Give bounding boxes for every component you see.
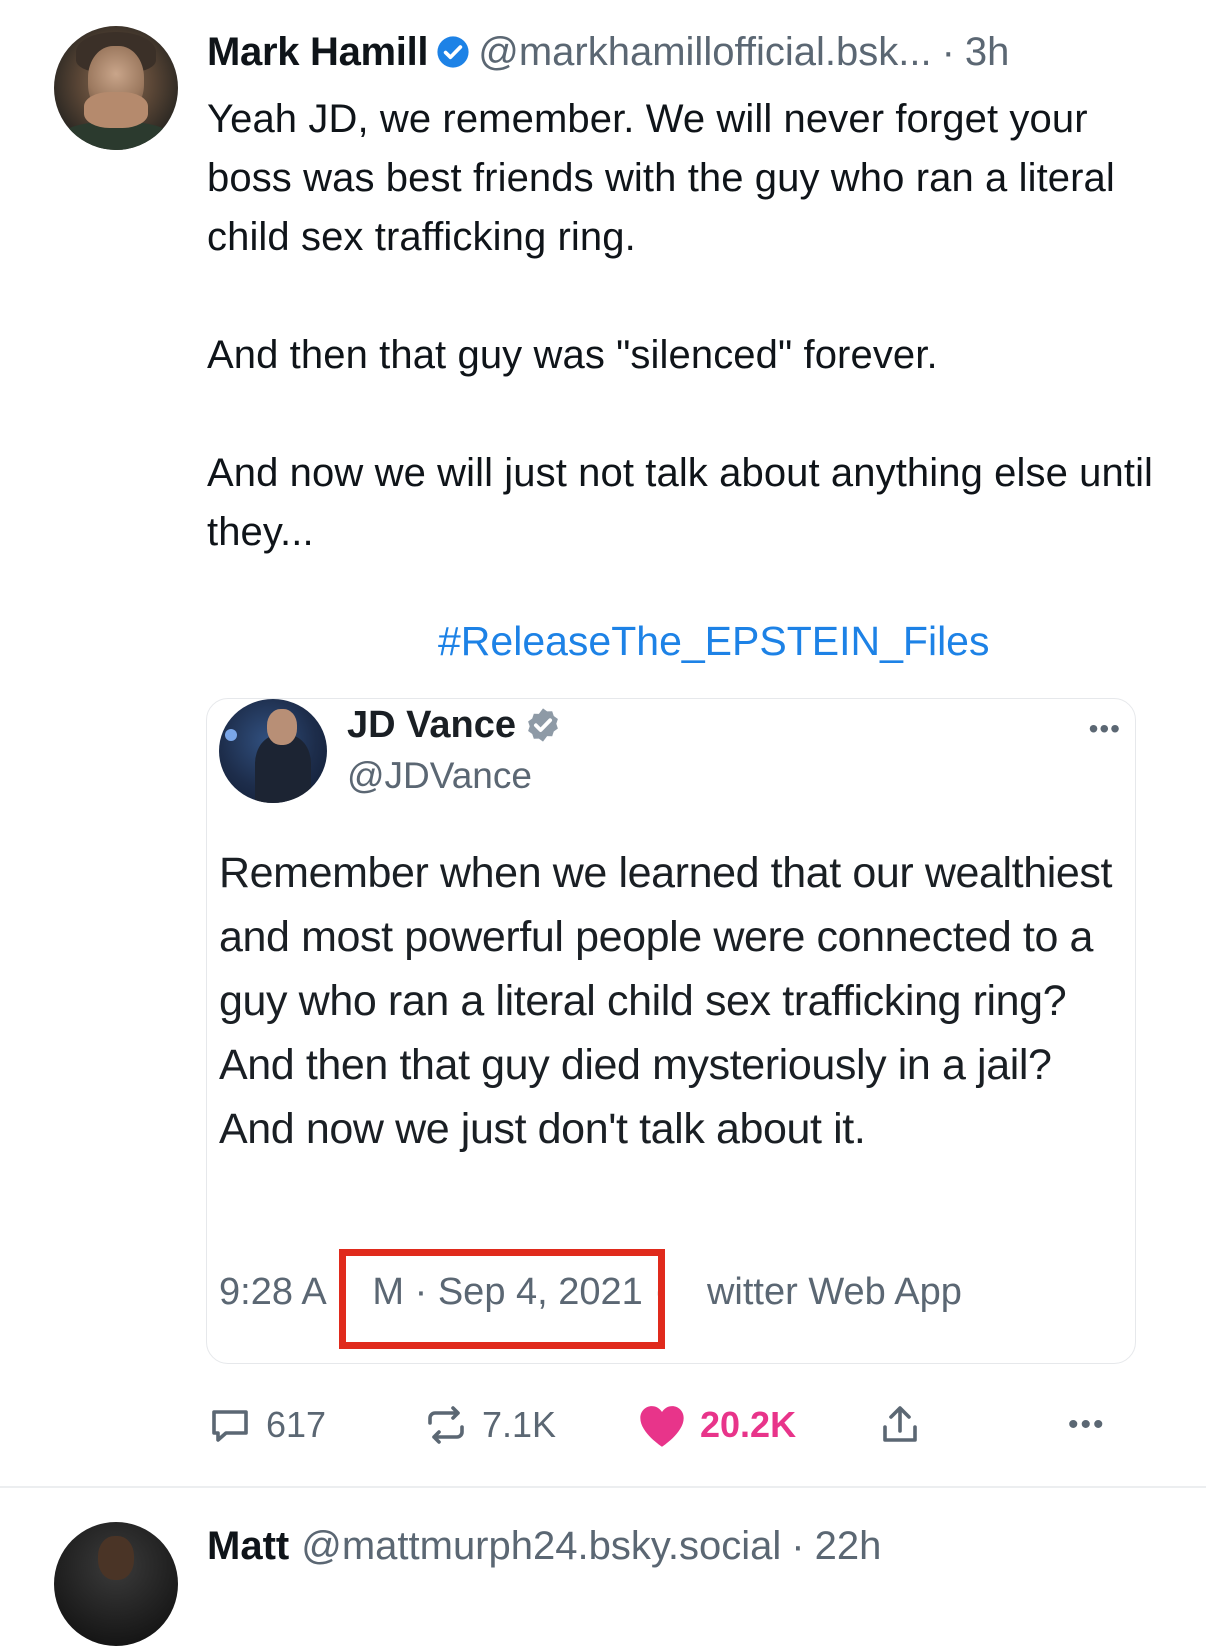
repost-icon	[428, 1406, 464, 1444]
post-text: Yeah JD, we remember. We will never forg…	[207, 97, 1154, 554]
reply-icon	[212, 1410, 248, 1442]
quoted-author-handle: @JDVance	[347, 755, 532, 796]
next-header-separator: ·	[791, 1523, 805, 1568]
quoted-more-icon: •••	[1088, 713, 1121, 744]
avatar-hands-shape	[84, 92, 148, 128]
quoted-author-name-row: JD Vance	[347, 701, 562, 749]
author-name[interactable]: Mark Hamill	[207, 30, 429, 75]
reply-button[interactable]: 617	[206, 1390, 326, 1460]
author-handle[interactable]: @markhamillofficial.bsk...	[478, 30, 931, 75]
next-post-header: Matt @mattmurph24.bsky.social · 22h	[207, 1520, 881, 1572]
next-author-avatar[interactable]	[54, 1522, 178, 1646]
like-button[interactable]: 20.2K	[636, 1390, 796, 1460]
next-post-time[interactable]: 22h	[815, 1524, 882, 1569]
share-button[interactable]	[876, 1390, 936, 1460]
share-icon	[883, 1406, 917, 1442]
avatar-suit-shape	[255, 735, 311, 803]
more-options-button[interactable]: •••	[1068, 1390, 1106, 1460]
repost-button[interactable]: 7.1K	[422, 1390, 556, 1460]
next-author-name[interactable]: Matt	[207, 1524, 289, 1569]
repost-count: 7.1K	[482, 1404, 557, 1445]
next-author-handle[interactable]: @mattmurph24.bsky.social	[301, 1524, 781, 1569]
post-header: Mark Hamill @markhamillofficial.bsk... ·…	[207, 26, 1009, 78]
avatar-head-shape	[98, 1536, 134, 1580]
more-icon: •••	[1068, 1408, 1106, 1441]
avatar-stage-light	[225, 729, 237, 741]
hashtag-link[interactable]: #ReleaseThe_EPSTEIN_Files	[438, 618, 989, 665]
verified-badge-icon	[437, 36, 469, 68]
quoted-author-name: JD Vance	[347, 703, 516, 746]
header-separator: ·	[941, 29, 955, 74]
post-divider	[0, 1486, 1206, 1488]
like-count: 20.2K	[700, 1404, 797, 1445]
post-time[interactable]: 3h	[965, 30, 1010, 75]
embedded-image-card[interactable]: JD Vance @JDVance ••• Remember when we l…	[206, 698, 1136, 1364]
quoted-author-avatar	[219, 699, 327, 803]
reply-count: 617	[266, 1404, 327, 1445]
author-avatar[interactable]	[54, 26, 178, 150]
quoted-text: Remember when we learned that our wealth…	[219, 849, 1113, 1153]
date-highlight-box	[339, 1249, 665, 1349]
heart-icon	[640, 1406, 684, 1447]
avatar-head-shape	[267, 709, 297, 745]
action-bar: 617 7.1K 20.2K •••	[0, 1390, 1206, 1460]
quoted-verified-badge-icon	[528, 708, 558, 742]
